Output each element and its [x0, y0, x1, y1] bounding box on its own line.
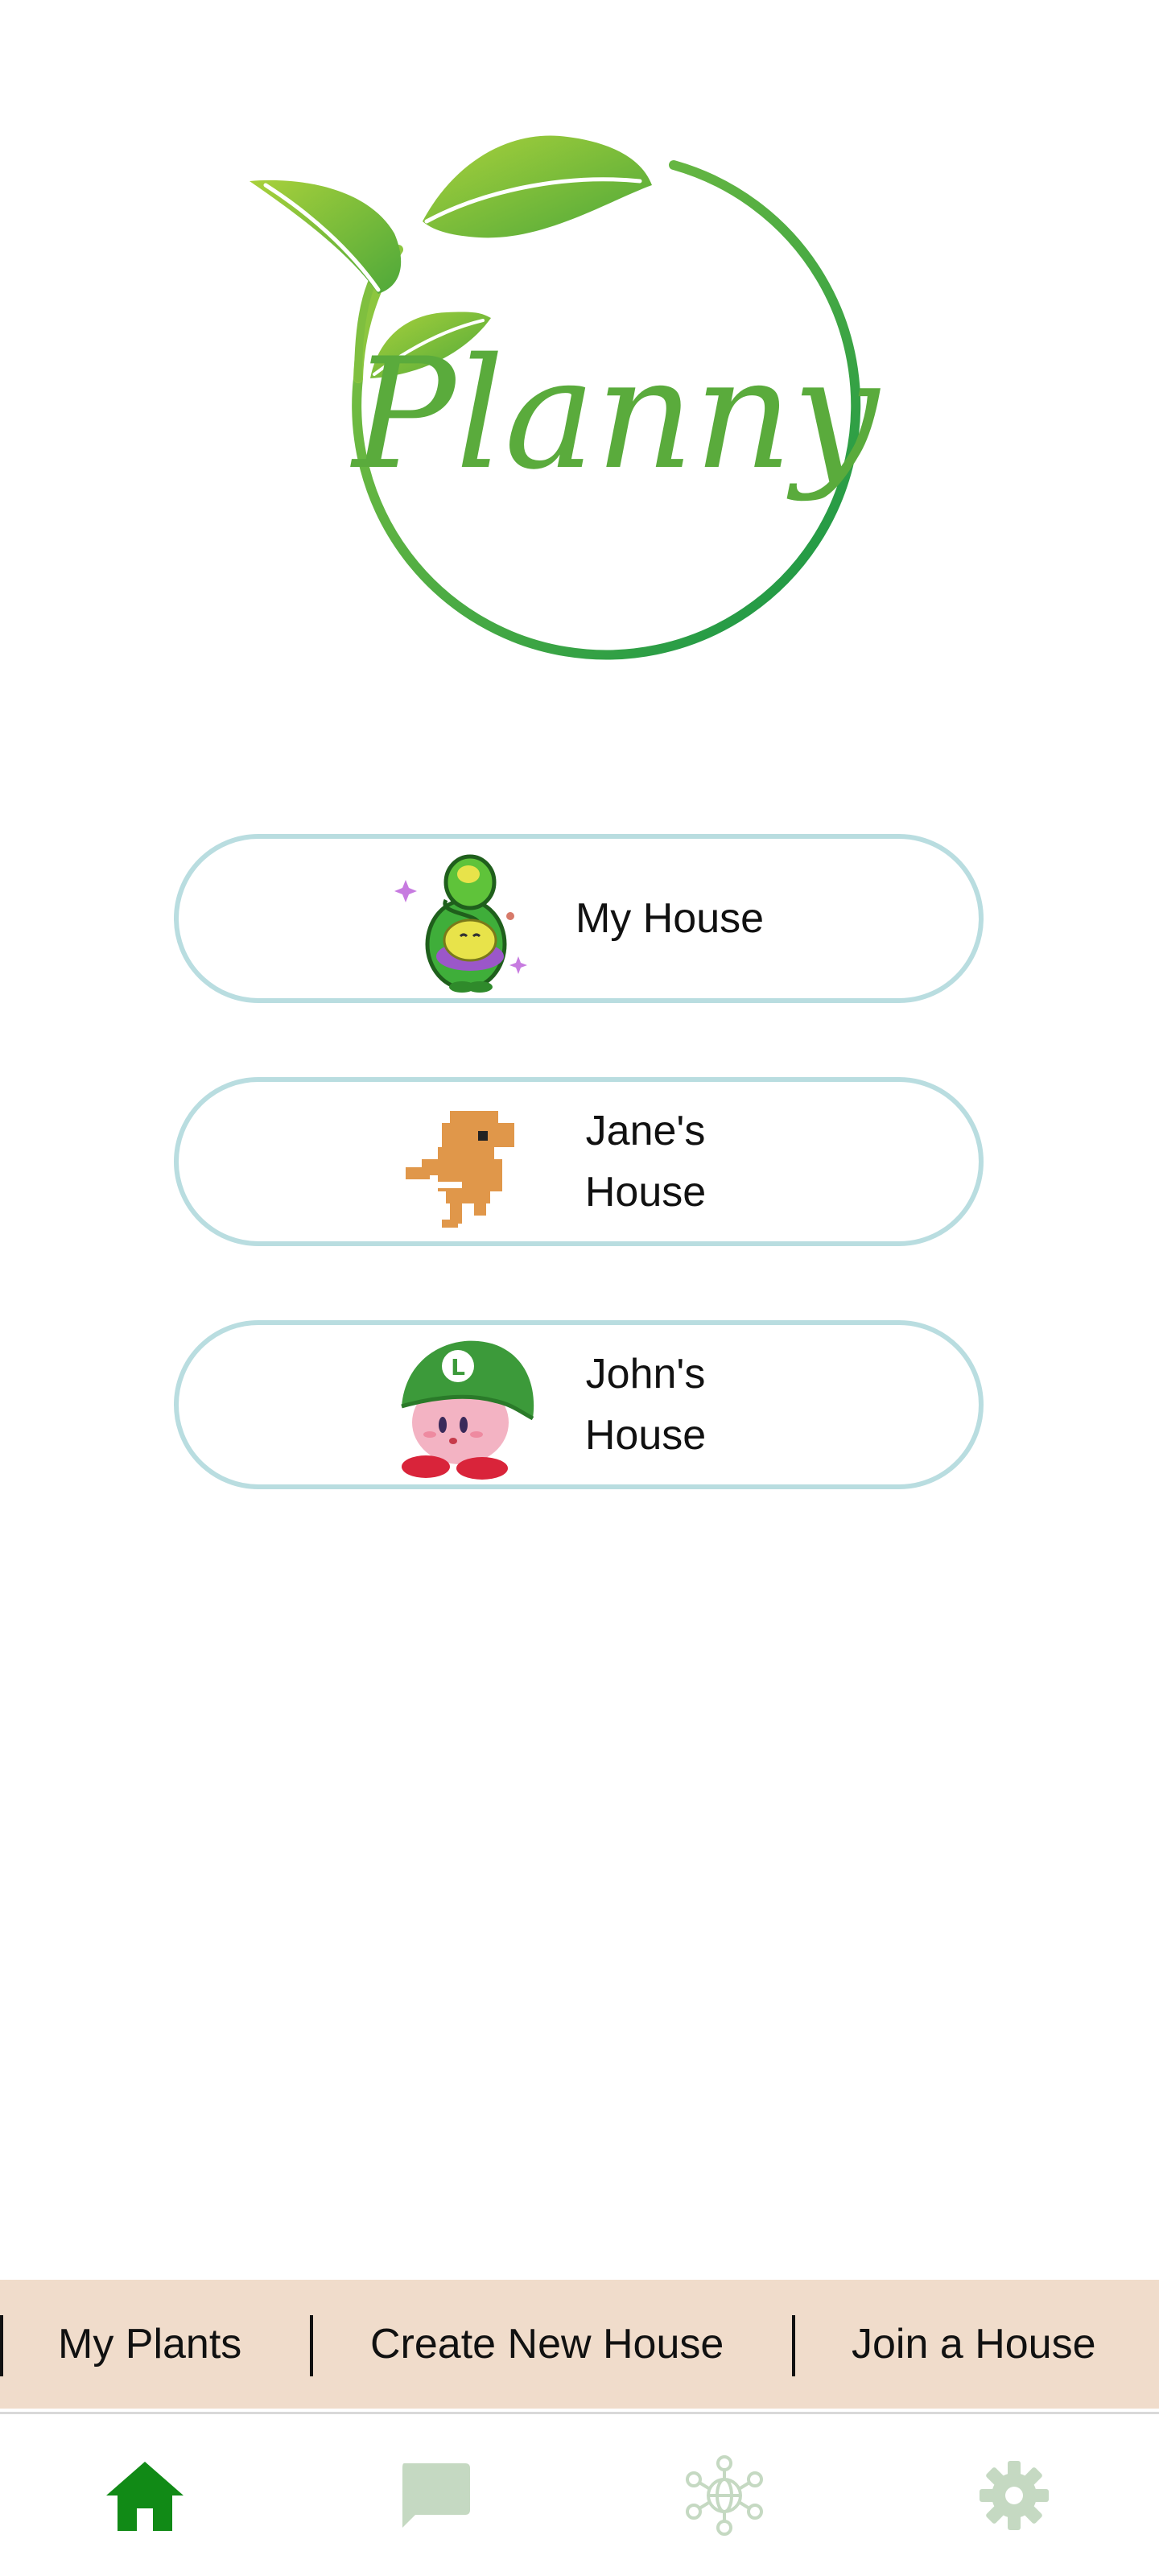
quick-action-bar: My Plants Create New House Join a House: [0, 2280, 1159, 2409]
pixel-dinosaur-avatar-icon: [390, 1087, 542, 1240]
tab-community[interactable]: [644, 2415, 805, 2576]
create-new-house-link[interactable]: Create New House: [370, 2280, 724, 2409]
my-plants-link[interactable]: My Plants: [58, 2280, 241, 2409]
chat-bubble-icon: [402, 2463, 470, 2528]
separator: [0, 2315, 3, 2376]
planny-logo-graphic: Planny: [250, 135, 881, 660]
separator: [792, 2315, 795, 2376]
planny-logo: Planny: [237, 129, 881, 676]
gear-icon: [980, 2461, 1049, 2530]
sprout-creature-avatar-icon: [390, 844, 542, 997]
home-icon: [106, 2462, 184, 2531]
separator: [310, 2315, 313, 2376]
house-label: My House: [575, 895, 765, 942]
house-button-my-house[interactable]: My House: [174, 834, 984, 1003]
svg-text:L: L: [451, 1354, 465, 1381]
pink-puff-green-cap-avatar-icon: L: [390, 1330, 542, 1483]
tab-chat[interactable]: [354, 2415, 515, 2576]
bottom-nav-divider: [0, 2412, 1159, 2414]
community-globe-icon: [686, 2455, 763, 2536]
bottom-nav: [0, 2415, 1159, 2576]
tab-settings[interactable]: [934, 2415, 1095, 2576]
house-button-janes-house[interactable]: Jane's House: [174, 1077, 984, 1246]
house-label: John's House: [584, 1351, 707, 1459]
house-label: Jane's House: [584, 1108, 707, 1216]
join-a-house-link[interactable]: Join a House: [852, 2280, 1096, 2409]
logo-wordmark: Planny: [350, 325, 881, 503]
tab-home[interactable]: [64, 2415, 225, 2576]
house-button-johns-house[interactable]: L John's House: [174, 1320, 984, 1489]
